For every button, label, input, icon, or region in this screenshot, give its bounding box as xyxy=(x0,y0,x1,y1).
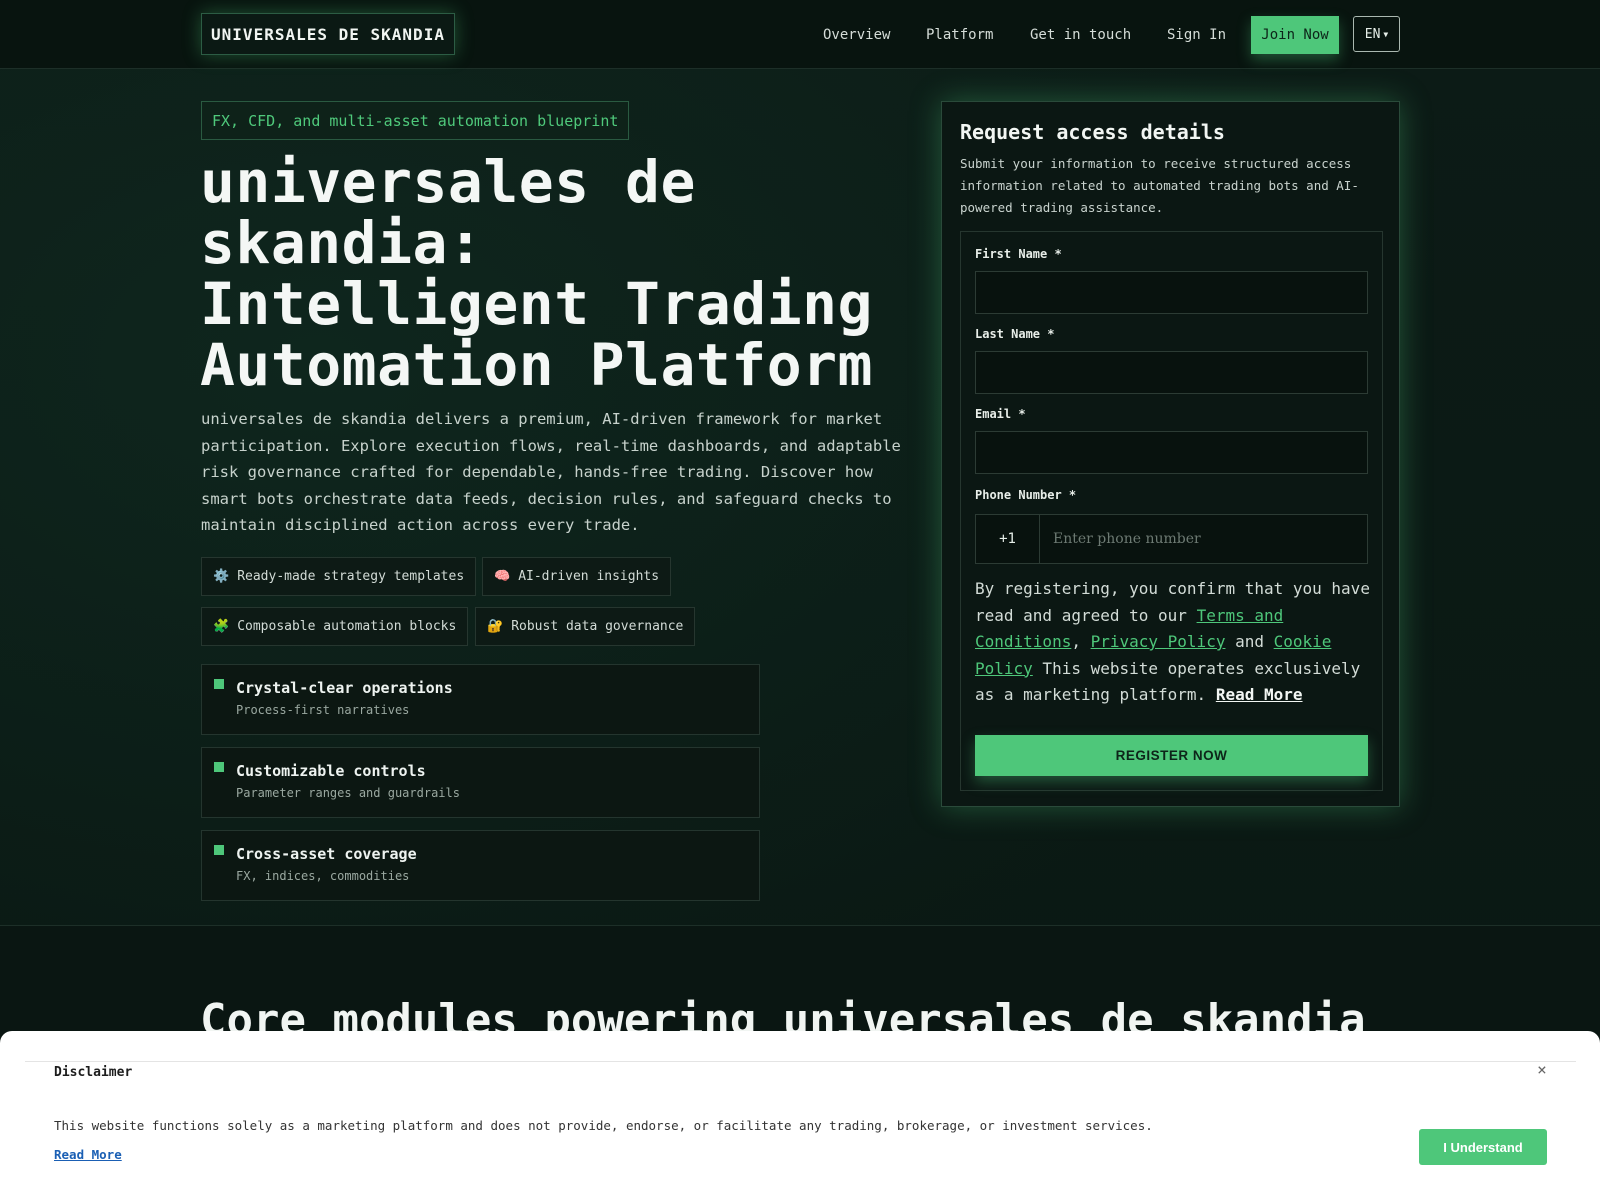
hero-description: universales de skandia delivers a premiu… xyxy=(201,410,901,534)
bullet-square-icon xyxy=(214,845,224,855)
feature-subtitle: FX, indices, commodities xyxy=(236,869,410,883)
chip-label: Ready-made strategy templates xyxy=(237,569,465,584)
bullet-square-icon xyxy=(214,679,224,689)
feature-subtitle: Parameter ranges and guardrails xyxy=(236,786,460,800)
nav-label[interactable]: Get in touch xyxy=(1030,27,1131,43)
form-title: Request access details xyxy=(960,120,1225,144)
nav-label[interactable]: Platform xyxy=(926,27,993,43)
chip-label: Composable automation blocks xyxy=(237,619,457,634)
chevron-down-icon: ▼ xyxy=(1383,29,1389,39)
disclaimer-title: Disclaimer xyxy=(54,1065,133,1080)
join-now-button[interactable]: Join Now xyxy=(1251,16,1339,54)
privacy-link[interactable]: Privacy Policy xyxy=(1091,632,1226,651)
nav-label[interactable]: Overview xyxy=(823,27,890,43)
disclaimer-text: This website functions solely as a marke… xyxy=(54,1118,1153,1133)
email-input[interactable] xyxy=(975,431,1368,474)
nav-link-sign-in[interactable]: Sign In xyxy=(1167,0,1226,69)
i-understand-button[interactable]: I Understand xyxy=(1419,1129,1547,1165)
disclaimer-read-more-link[interactable]: Read More xyxy=(54,1147,122,1162)
feature-title: Crystal-clear operations xyxy=(236,679,453,697)
nav-label[interactable]: Sign In xyxy=(1167,27,1226,43)
disclaimer-divider xyxy=(25,1061,1576,1062)
first-name-label: First Name * xyxy=(975,247,1062,261)
hero-badge: FX, CFD, and multi-asset automation blue… xyxy=(201,101,630,140)
language-selector[interactable]: EN ▼ xyxy=(1353,16,1400,52)
feature-chip: 🧩 Composable automation blocks xyxy=(201,607,469,646)
brain-icon: 🧠 xyxy=(494,569,511,584)
phone-label: Phone Number * xyxy=(975,488,1077,502)
bullet-square-icon xyxy=(214,762,224,772)
chip-label: Robust data governance xyxy=(511,619,684,634)
read-more-link[interactable]: Read More xyxy=(1216,685,1303,704)
consent-text: By registering, you confirm that you hav… xyxy=(975,576,1370,709)
first-name-input[interactable] xyxy=(975,271,1368,314)
language-label: EN xyxy=(1364,26,1381,42)
form-description: Submit your information to receive struc… xyxy=(960,156,1359,215)
lock-icon: 🔐 xyxy=(487,619,504,634)
gear-icon: ⚙️ xyxy=(213,569,230,584)
nav-link-get-in-touch[interactable]: Get in touch xyxy=(1030,0,1131,69)
hero-title: universales de skandia: Intelligent Trad… xyxy=(200,148,873,399)
feature-title: Customizable controls xyxy=(236,762,426,780)
last-name-label: Last Name * xyxy=(975,327,1055,341)
phone-country-code[interactable]: +1 xyxy=(976,515,1040,563)
email-label: Email * xyxy=(975,407,1026,421)
consent-and: and xyxy=(1225,632,1274,651)
close-icon[interactable]: × xyxy=(1532,1059,1552,1079)
registration-panel: Request access details Submit your infor… xyxy=(941,101,1400,807)
feature-subtitle: Process-first narratives xyxy=(236,703,410,717)
nav-link-platform[interactable]: Platform xyxy=(926,0,993,69)
feature-chip: ⚙️ Ready-made strategy templates xyxy=(201,557,477,596)
feature-card: Crystal-clear operations Process-first n… xyxy=(201,664,760,735)
feature-chip: 🧠 AI-driven insights xyxy=(482,557,672,596)
last-name-input[interactable] xyxy=(975,351,1368,394)
consent-prefix: By registering, you confirm that you hav… xyxy=(975,579,1370,625)
puzzle-icon: 🧩 xyxy=(213,619,230,634)
phone-field: +1 xyxy=(975,514,1368,564)
feature-chip: 🔐 Robust data governance xyxy=(475,607,696,646)
feature-card: Customizable controls Parameter ranges a… xyxy=(201,747,760,818)
consent-comma: , xyxy=(1071,632,1091,651)
feature-card: Cross-asset coverage FX, indices, commod… xyxy=(201,830,760,901)
chip-label: AI-driven insights xyxy=(518,569,660,584)
disclaimer-banner: Disclaimer × This website functions sole… xyxy=(0,1031,1600,1200)
nav-link-overview[interactable]: Overview xyxy=(823,0,890,69)
top-header: UNIVERSALES DE SKANDIA Overview Platform… xyxy=(0,0,1600,69)
register-now-button[interactable]: REGISTER NOW xyxy=(975,735,1368,776)
site-logo[interactable]: UNIVERSALES DE SKANDIA xyxy=(201,13,455,55)
registration-form: First Name * Last Name * Email * Phone N… xyxy=(960,231,1383,791)
phone-input[interactable] xyxy=(1040,515,1367,563)
feature-title: Cross-asset coverage xyxy=(236,845,417,863)
